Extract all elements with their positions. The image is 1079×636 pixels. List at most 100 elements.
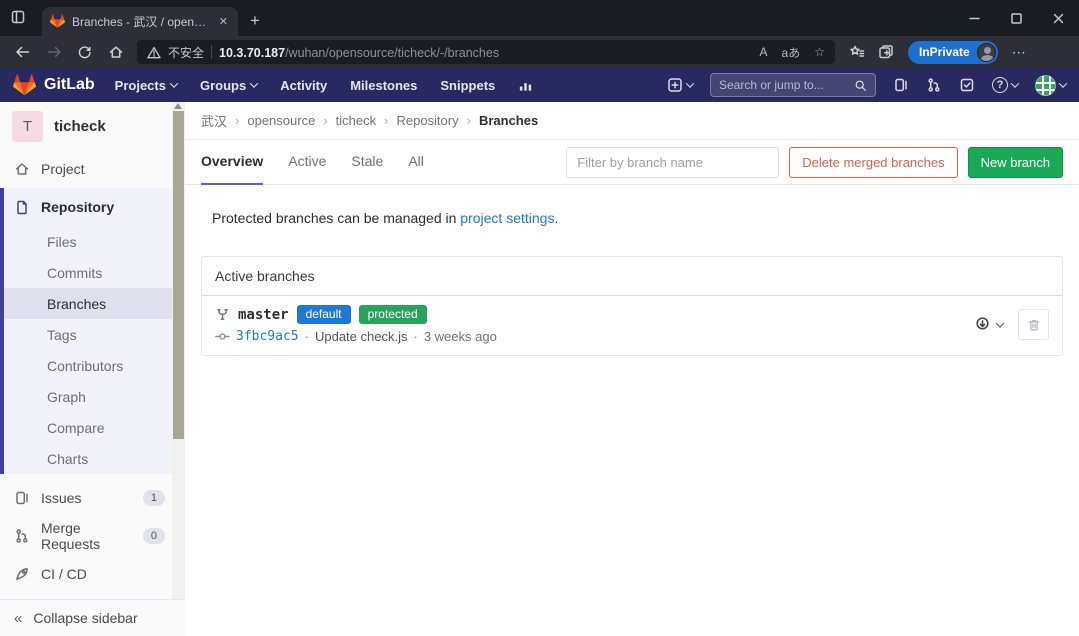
breadcrumb-group[interactable]: 武汉 bbox=[201, 111, 227, 130]
commit-time: 3 weeks ago bbox=[424, 329, 497, 344]
chevron-down-icon bbox=[170, 79, 178, 87]
sidebar-item-branches[interactable]: Branches bbox=[4, 288, 185, 319]
collections-icon[interactable] bbox=[878, 44, 894, 60]
forward-icon[interactable] bbox=[39, 39, 68, 65]
commit-icon bbox=[215, 329, 230, 344]
add-favorite-star-icon[interactable]: ☆ bbox=[814, 45, 825, 59]
todos-nav-icon[interactable] bbox=[959, 77, 975, 93]
sidebar-item-project[interactable]: Project bbox=[0, 150, 185, 188]
toolbar-extensions bbox=[849, 44, 894, 60]
sidebar-item-files[interactable]: Files bbox=[4, 226, 185, 257]
not-secure-warning-icon bbox=[147, 46, 161, 59]
browser-toolbar: 不安全 10.3.70.187/wuhan/opensource/ticheck… bbox=[0, 36, 1079, 68]
new-tab-button[interactable]: + bbox=[250, 11, 260, 31]
gitlab-logo[interactable] bbox=[13, 74, 36, 97]
breadcrumb-project[interactable]: ticheck bbox=[336, 113, 376, 128]
sidebar-item-graph[interactable]: Graph bbox=[4, 381, 185, 412]
back-icon[interactable] bbox=[8, 39, 37, 65]
stats-icon[interactable] bbox=[518, 78, 533, 93]
nav-groups[interactable]: Groups bbox=[200, 78, 257, 93]
download-icon bbox=[974, 316, 991, 333]
protected-badge: protected bbox=[359, 305, 427, 324]
nav-projects[interactable]: Projects bbox=[115, 78, 177, 93]
nav-activity[interactable]: Activity bbox=[280, 78, 327, 93]
inprivate-badge[interactable]: InPrivate bbox=[908, 41, 998, 64]
delete-branch-button[interactable] bbox=[1018, 309, 1049, 340]
tab-title: Branches - 武汉 / opensource / t bbox=[72, 13, 210, 30]
nav-milestones[interactable]: Milestones bbox=[350, 78, 417, 93]
gitlab-brand[interactable]: GitLab bbox=[44, 76, 95, 94]
search-icon bbox=[854, 79, 867, 92]
chevron-down-icon bbox=[250, 79, 258, 87]
sidebar-item-tags[interactable]: Tags bbox=[4, 319, 185, 350]
branch-row: master default protected 3fbc9ac5 · Upda… bbox=[202, 296, 1062, 355]
project-header[interactable]: T ticheck bbox=[0, 102, 185, 150]
address-divider bbox=[211, 45, 212, 59]
branch-icon bbox=[215, 307, 230, 322]
collapse-sidebar-button[interactable]: « Collapse sidebar bbox=[0, 599, 185, 636]
translate-icon[interactable]: aあ bbox=[782, 44, 801, 61]
home-icon[interactable] bbox=[101, 39, 130, 65]
new-menu-button[interactable] bbox=[667, 77, 693, 93]
sidebar-item-cicd[interactable]: CI / CD bbox=[0, 555, 185, 593]
breadcrumb-repository[interactable]: Repository bbox=[396, 113, 458, 128]
breadcrumb: 武汉 › opensource › ticheck › Repository ›… bbox=[185, 102, 1079, 140]
address-bar[interactable]: 不安全 10.3.70.187/wuhan/opensource/ticheck… bbox=[137, 40, 835, 64]
user-avatar bbox=[1035, 75, 1056, 96]
read-aloud-icon[interactable]: A bbox=[760, 45, 768, 59]
global-search[interactable] bbox=[710, 73, 876, 97]
browser-titlebar: Branches - 武汉 / opensource / t ✕ + bbox=[0, 0, 1079, 36]
sidebar-item-issues[interactable]: Issues 1 bbox=[0, 479, 185, 517]
new-branch-button[interactable]: New branch bbox=[968, 147, 1063, 178]
commit-sha-link[interactable]: 3fbc9ac5 bbox=[236, 329, 299, 344]
branch-name[interactable]: master bbox=[238, 307, 289, 323]
breadcrumb-separator: › bbox=[384, 113, 388, 128]
tab-stale[interactable]: Stale bbox=[351, 140, 383, 185]
collapse-icon: « bbox=[14, 610, 22, 627]
sidebar-item-merge-requests[interactable]: Merge Requests 0 bbox=[0, 517, 185, 555]
delete-merged-branches-button[interactable]: Delete merged branches bbox=[789, 147, 957, 178]
sidebar-item-compare[interactable]: Compare bbox=[4, 412, 185, 443]
maximize-button[interactable] bbox=[995, 0, 1037, 36]
scrollbar-up-arrow[interactable] bbox=[174, 103, 182, 109]
tab-active[interactable]: Active bbox=[288, 140, 326, 185]
mr-count-badge: 0 bbox=[143, 528, 165, 544]
navbar-right: ? bbox=[667, 73, 1066, 97]
sidebar-scrollbar[interactable] bbox=[172, 102, 185, 599]
issues-count-badge: 1 bbox=[143, 490, 165, 506]
address-bar-tools: A aあ ☆ bbox=[760, 44, 825, 61]
sidebar-item-commits[interactable]: Commits bbox=[4, 257, 185, 288]
browser-tab[interactable]: Branches - 武汉 / opensource / t ✕ bbox=[42, 7, 238, 36]
tab-overview[interactable]: Overview bbox=[201, 140, 263, 185]
download-dropdown-button[interactable] bbox=[974, 316, 1003, 333]
home-icon bbox=[14, 161, 30, 177]
browser-menu-icon[interactable]: ⋯ bbox=[1012, 44, 1027, 61]
issues-nav-icon[interactable] bbox=[893, 77, 909, 93]
minimize-button[interactable] bbox=[953, 0, 995, 36]
tab-all[interactable]: All bbox=[408, 140, 424, 185]
issues-icon bbox=[14, 490, 30, 506]
search-input[interactable] bbox=[719, 78, 848, 92]
project-avatar: T bbox=[12, 111, 43, 142]
merge-requests-nav-icon[interactable] bbox=[926, 77, 942, 93]
scrollbar-thumb[interactable] bbox=[173, 111, 184, 439]
filter-branch-input[interactable] bbox=[566, 147, 779, 178]
refresh-icon[interactable] bbox=[70, 39, 99, 65]
merge-request-icon bbox=[14, 528, 30, 544]
project-settings-link[interactable]: project settings bbox=[460, 210, 554, 226]
sidebar-item-contributors[interactable]: Contributors bbox=[4, 350, 185, 381]
nav-snippets[interactable]: Snippets bbox=[440, 78, 495, 93]
tab-close-icon[interactable]: ✕ bbox=[217, 15, 230, 28]
user-menu-button[interactable] bbox=[1035, 75, 1066, 96]
favorites-icon[interactable] bbox=[849, 44, 865, 60]
tab-layout-icon[interactable] bbox=[10, 9, 26, 25]
breadcrumb-subgroup[interactable]: opensource bbox=[247, 113, 315, 128]
close-window-button[interactable] bbox=[1037, 0, 1079, 36]
sidebar-item-charts[interactable]: Charts bbox=[4, 443, 185, 474]
gitlab-navbar: GitLab Projects Groups Activity Mileston… bbox=[0, 68, 1079, 102]
sidebar-item-repository[interactable]: Repository bbox=[4, 188, 185, 226]
url-path: /wuhan/opensource/ticheck/-/branches bbox=[285, 46, 499, 60]
help-menu-button[interactable]: ? bbox=[992, 77, 1018, 93]
protected-branches-note: Protected branches can be managed in pro… bbox=[212, 210, 1063, 226]
inprivate-label: InPrivate bbox=[919, 45, 970, 59]
